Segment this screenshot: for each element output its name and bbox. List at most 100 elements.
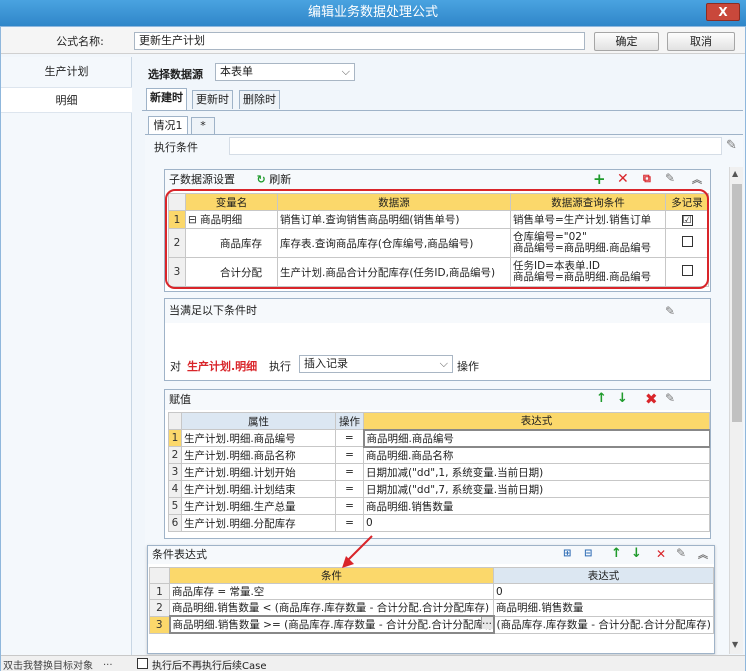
move-down-icon[interactable]: ↓ xyxy=(617,391,628,406)
sidebar-item-detail[interactable]: 明细 xyxy=(1,87,132,113)
table-row[interactable]: 3 商品明细.销售数量 >= (商品库存.库存数量 - 合计分配.合计分配库存).… xyxy=(149,615,714,634)
condition-input[interactable] xyxy=(229,137,722,155)
table-row[interactable]: 1 生产计划.明细.商品编号 = 商品明细.商品编号 xyxy=(168,428,710,448)
expr-cell[interactable]: 0 xyxy=(493,583,714,600)
when-title: 当满足以下条件时 xyxy=(165,299,710,323)
datasource-label: 选择数据源 xyxy=(148,68,203,81)
column-header: 表达式 xyxy=(363,412,710,430)
expr-cell[interactable]: 商品明细.商品编号 xyxy=(362,428,710,448)
refresh-icon[interactable]: ↻ xyxy=(257,170,266,190)
attr-cell[interactable]: 生产计划.明细.商品名称 xyxy=(181,446,336,464)
tab-situation-1[interactable]: 情况1 xyxy=(148,116,188,134)
collapse-icon[interactable]: ︽ xyxy=(698,546,708,561)
datasource-select[interactable]: 本表单 ⌵ xyxy=(215,63,355,81)
add-icon[interactable]: + xyxy=(593,170,606,188)
subsource-title: 子数据源设置 xyxy=(169,173,235,186)
tab-divider xyxy=(142,110,743,111)
table-row[interactable]: 5 生产计划.明细.生产总量 = 商品明细.销售数量 xyxy=(168,497,710,515)
expr-cell[interactable]: 商品明细.销售数量 xyxy=(493,599,714,617)
op-cell[interactable]: = xyxy=(335,480,364,498)
datasource-value: 本表单 xyxy=(220,65,253,78)
table-row[interactable]: 1 商品库存 = 常量.空 0 xyxy=(149,583,714,600)
situation-tab-label: 情况1 xyxy=(153,119,183,132)
table-row[interactable]: 2 商品明细.销售数量 < (商品库存.库存数量 - 合计分配.合计分配库存) 商品… xyxy=(149,599,714,617)
attr-cell[interactable]: 生产计划.明细.分配库存 xyxy=(181,514,336,532)
row-number: 1 xyxy=(168,429,182,447)
condition-cell[interactable]: 商品明细.销售数量 < (商品库存.库存数量 - 合计分配.合计分配库存) xyxy=(169,599,494,617)
close-button[interactable]: X xyxy=(706,3,740,21)
cancel-button[interactable]: 取消 xyxy=(667,32,735,51)
op-cell[interactable]: = xyxy=(335,497,364,515)
condition-cell[interactable]: 商品库存 = 常量.空 xyxy=(169,583,494,600)
insert-above-icon[interactable]: ⊞ xyxy=(563,548,571,559)
delete-icon[interactable]: ✖ xyxy=(645,390,658,408)
attr-cell[interactable]: 生产计划.明细.生产总量 xyxy=(181,497,336,515)
expr-cell[interactable]: (商品库存.库存数量 - 合计分配.合计分配库存) xyxy=(493,615,714,634)
condition-cell[interactable]: 商品明细.销售数量 >= (商品库存.库存数量 - 合计分配.合计分配库存)..… xyxy=(168,615,495,634)
edit-icon[interactable]: ✎ xyxy=(726,138,737,153)
add-tab-label: * xyxy=(200,119,206,132)
op-cell[interactable]: = xyxy=(335,463,364,481)
table-row[interactable]: 3 生产计划.明细.计划开始 = 日期加减("dd",1, 系统变量.当前日期) xyxy=(168,463,710,481)
insert-below-icon[interactable]: ⊟ xyxy=(584,548,592,559)
assign-table: 属性 操作 表达式 1 生产计划.明细.商品编号 = 商品明细.商品编号 2 生产计划.… xyxy=(168,412,710,532)
when-panel: 当满足以下条件时 ✎ 对 生产计划.明细 执行 插入记录 ⌵ 操作 xyxy=(164,298,711,381)
row-number: 5 xyxy=(168,497,182,515)
op-cell[interactable]: = xyxy=(335,446,364,464)
subsource-panel: 子数据源设置 ↻ 刷新 + ✕ ⧉ ✎ ︽ 变量名 数据源 数据源查询条件 多记… xyxy=(164,169,711,292)
row-number: 2 xyxy=(149,599,170,617)
edit-icon[interactable]: ✎ xyxy=(665,391,675,405)
expr-cell[interactable]: 商品明细.销售数量 xyxy=(363,497,710,515)
op-cell[interactable]: = xyxy=(335,429,364,447)
column-header: 表达式 xyxy=(493,567,714,584)
delete-icon[interactable]: ✕ xyxy=(656,547,666,561)
replace-target-hint[interactable]: 双击我替换目标对象 xyxy=(3,657,102,670)
attr-cell[interactable]: 生产计划.明细.商品编号 xyxy=(181,429,336,447)
expr-cell[interactable]: 商品明细.商品名称 xyxy=(363,446,710,464)
op-cell[interactable]: = xyxy=(335,514,364,532)
assign-panel: 赋值 ↑ ↓ ✖ ✎ 属性 操作 表达式 1 生产计划.明细.商品编号 = 商品明细.… xyxy=(164,389,711,539)
edit-icon[interactable]: ✎ xyxy=(676,546,686,560)
edit-icon[interactable]: ✎ xyxy=(665,304,675,318)
tab-add-situation[interactable]: * xyxy=(191,117,215,134)
scroll-up-icon[interactable]: ▲ xyxy=(732,169,738,178)
ellipsis-button[interactable]: ... xyxy=(480,618,492,629)
scrollbar[interactable]: ▲ ▼ xyxy=(729,167,743,654)
table-row[interactable]: 6 生产计划.明细.分配库存 = 0 xyxy=(168,514,710,532)
copy-icon[interactable]: ⧉ xyxy=(643,172,651,186)
scroll-down-icon[interactable]: ▼ xyxy=(732,640,738,649)
condexpr-table: 条件 表达式 1 商品库存 = 常量.空 0 2 商品明细.销售数量 < (商品库存.… xyxy=(149,567,714,634)
column-header: 操作 xyxy=(335,412,364,430)
collapse-icon[interactable]: ︽ xyxy=(692,171,702,186)
event-tabs: 新建时 更新时 删除时 xyxy=(146,88,736,110)
tab-create[interactable]: 新建时 xyxy=(146,88,187,110)
scrollbar-thumb[interactable] xyxy=(732,184,742,422)
chevron-down-icon: ⌵ xyxy=(341,65,350,78)
target-object[interactable]: 生产计划.明细 xyxy=(187,358,257,374)
expr-cell[interactable]: 0 xyxy=(363,514,710,532)
when-condition-area[interactable] xyxy=(165,323,710,349)
refresh-button[interactable]: 刷新 xyxy=(269,173,291,186)
expr-cell[interactable]: 日期加减("dd",7, 系统变量.当前日期) xyxy=(363,480,710,498)
table-header-row: 属性 操作 表达式 xyxy=(168,412,710,430)
tab-delete[interactable]: 删除时 xyxy=(239,90,280,109)
delete-icon[interactable]: ✕ xyxy=(617,171,629,187)
attr-cell[interactable]: 生产计划.明细.计划结束 xyxy=(181,480,336,498)
table-row[interactable]: 4 生产计划.明细.计划结束 = 日期加减("dd",7, 系统变量.当前日期) xyxy=(168,480,710,498)
move-down-icon[interactable]: ↓ xyxy=(631,546,642,561)
move-up-icon[interactable]: ↑ xyxy=(611,546,622,561)
more-button[interactable]: ... xyxy=(103,657,113,668)
tab-update[interactable]: 更新时 xyxy=(192,90,233,109)
attr-cell[interactable]: 生产计划.明细.计划开始 xyxy=(181,463,336,481)
edit-icon[interactable]: ✎ xyxy=(665,171,675,185)
ok-button[interactable]: 确定 xyxy=(594,32,659,51)
window-title-bar: 编辑业务数据处理公式 xyxy=(0,0,746,26)
stop-after-checkbox[interactable] xyxy=(137,658,148,669)
expr-cell[interactable]: 日期加减("dd",1, 系统变量.当前日期) xyxy=(363,463,710,481)
formula-name-input[interactable]: 更新生产计划 xyxy=(134,32,585,50)
sidebar-item-production-plan[interactable]: 生产计划 xyxy=(1,59,132,85)
table-row[interactable]: 2 生产计划.明细.商品名称 = 商品明细.商品名称 xyxy=(168,446,710,464)
move-up-icon[interactable]: ↑ xyxy=(596,391,607,406)
action-select[interactable]: 插入记录 ⌵ xyxy=(299,355,453,373)
stop-after-label: 执行后不再执行后续Case xyxy=(152,661,267,672)
